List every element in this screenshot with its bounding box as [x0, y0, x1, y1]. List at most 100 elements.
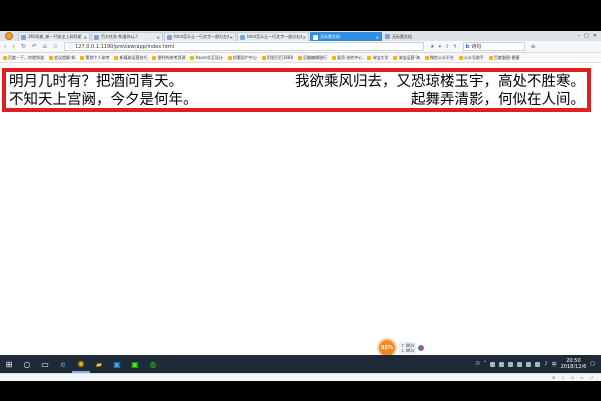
maximize-icon[interactable]: □ [584, 33, 589, 39]
status-icon[interactable]: ⊞ [552, 375, 555, 380]
tab-close-icon[interactable]: ✕ [303, 35, 306, 40]
poem-line-2-right: 起舞弄清影，何似在人间。 [411, 92, 585, 108]
bookmark-icon [227, 55, 232, 60]
tab-4[interactable]: html怎么让一行文字一部分右对齐✕ [237, 32, 309, 41]
bookmark-item[interactable]: 公众号助手 [458, 55, 484, 61]
dreamweaver-icon[interactable]: ▣ [126, 355, 144, 373]
favicon-icon [313, 34, 318, 40]
bookmark-icon [393, 55, 398, 60]
tab-close-icon[interactable]: ✕ [230, 35, 233, 40]
system-tray: ⚇ ˄ ♪ 中 20:50 2018/12/6 ▢ [475, 358, 601, 370]
favicon-icon [385, 34, 390, 39]
folder-icon [80, 55, 85, 60]
bookmark-icon [49, 55, 53, 60]
bookmark-item[interactable]: 会议提纲-知 [49, 55, 75, 61]
bookmark-item[interactable]: 阿里巴巴1688 [261, 55, 293, 61]
lightning-icon[interactable]: ϟ [453, 44, 456, 50]
poem-line-1: 明月几时有？把酒问青天。 我欲乘风归去，又恐琼楼玉宇，高处不胜寒。 [9, 73, 585, 91]
tab-bar: 360导航_新一代安全上网导航 ✕ 百方任务-知道你认人 ✕ html怎么让一行文字… [0, 31, 601, 41]
cortana-search-icon[interactable]: ○ [18, 355, 36, 373]
bookmarks-bar: 百度一下，你就知道 会议提纲-知 策划个人参考 新媒体运营技巧 便利的参考资源 … [0, 53, 601, 63]
share-icon[interactable]: ⇪ [445, 44, 449, 50]
volume-icon[interactable]: ♪ [544, 361, 547, 367]
tab-close-icon[interactable]: ✕ [376, 35, 379, 40]
tab-2[interactable]: 百方任务-知道你认人 ✕ [91, 32, 163, 41]
search-engine-icon: b [465, 43, 470, 50]
url-input[interactable]: ⓘ 127.0.0.1:1190/preview/app/index.html [64, 42, 425, 51]
chevron-down-icon[interactable]: ▾ [439, 44, 442, 50]
speed-indicator-icon[interactable] [418, 345, 425, 351]
bookmark-icon [298, 55, 303, 60]
bookmark-item[interactable]: 爱奇-创作中心 [332, 55, 362, 61]
undo-icon[interactable]: ↶ [32, 43, 37, 50]
tray-app-icon[interactable] [508, 361, 514, 367]
bookmark-star-icon[interactable]: ★ [430, 44, 434, 50]
tab-1[interactable]: 360导航_新一代安全上网导航 ✕ [18, 32, 90, 41]
poem-box: 明月几时有？把酒问青天。 我欲乘风归去，又恐琼楼玉宇，高处不胜寒。 不知天上宫阙… [2, 68, 591, 112]
chrome-browser-icon[interactable]: ◉ [72, 355, 90, 373]
file-explorer-icon[interactable]: ▰ [90, 355, 108, 373]
status-icon[interactable]: ⊙ [571, 375, 574, 380]
tab-close-icon[interactable]: ✕ [84, 35, 87, 40]
bookmark-item[interactable]: 百度一下，你就知道 [3, 55, 44, 61]
bookmark-item[interactable]: 优惠用户中心 [227, 55, 257, 61]
ime-icon[interactable]: 中 [552, 361, 557, 368]
status-icon[interactable]: ⇩ [561, 375, 564, 380]
favicon-icon [21, 34, 26, 40]
bookmark-item[interactable]: 便利的参考资源 [152, 55, 185, 61]
tab-3[interactable]: html怎么让一行文字一部分左对齐✕ [164, 32, 236, 41]
photoshop-icon[interactable]: ▣ [108, 355, 126, 373]
tab-6[interactable]: 无标题文档 [383, 32, 423, 41]
bookmark-icon [3, 55, 7, 60]
reload-icon[interactable]: ↻ [21, 43, 26, 50]
bookmark-icon [190, 55, 195, 60]
edge-browser-icon[interactable]: e [54, 355, 72, 373]
back-icon[interactable]: ‹ [4, 43, 6, 50]
bookmark-item[interactable]: 豆瓣编辑银行 [298, 55, 327, 61]
bookmark-icon [261, 55, 266, 60]
status-icon[interactable]: ⤢ [590, 375, 593, 380]
bookmark-item[interactable]: 淘宝大学 [367, 55, 388, 61]
bookmark-item[interactable]: 新媒体运营技巧 [114, 55, 147, 61]
poem-line-2-left: 不知天上宫阙，今夕是何年。 [9, 92, 198, 108]
tray-app-icon[interactable] [526, 361, 532, 367]
page-content: 明月几时有？把酒问青天。 我欲乘风归去，又恐琼楼玉宇，高处不胜寒。 不知天上宫阙… [0, 64, 601, 364]
favicon-icon [167, 34, 172, 40]
search-input[interactable]: b 诗句 [462, 42, 525, 51]
bookmark-item[interactable]: 百度脑图-便捷 [488, 55, 519, 61]
browser-logo-icon [5, 32, 13, 40]
task-view-icon[interactable]: ▭ [36, 355, 54, 373]
bookmark-item[interactable]: 淘宝运营-海 [393, 55, 420, 61]
tab-5-active[interactable]: 无标题文档 ✕ [310, 32, 382, 41]
taskbar-clock[interactable]: 20:50 2018/12/6 [561, 358, 587, 370]
tray-app-icon[interactable] [499, 361, 505, 367]
wechat-icon[interactable]: ◍ [144, 355, 162, 373]
bookmark-item[interactable]: 策划个人参考 [80, 55, 109, 61]
tray-app-icon[interactable] [517, 361, 523, 367]
menu-icon[interactable]: ≡ [531, 43, 536, 50]
tray-chevron-up-icon[interactable]: ˄ [484, 361, 487, 367]
bookmark-item[interactable]: 微信公众平台 [424, 55, 454, 61]
forward-icon[interactable]: › [12, 43, 14, 50]
windows-start-icon[interactable]: ⊞ [0, 355, 18, 373]
tray-app-icon[interactable] [535, 361, 541, 367]
bookmark-icon [458, 55, 463, 60]
folder-icon [114, 55, 119, 60]
bookmark-item[interactable]: Azure交互设计 [190, 55, 223, 61]
tray-app-icon[interactable] [490, 361, 496, 367]
status-icon[interactable]: ▭ [580, 375, 584, 380]
page-info-icon[interactable]: ⓘ [68, 43, 73, 50]
poem-line-1-right: 我欲乘风归去，又恐琼楼玉宇，高处不胜寒。 [295, 74, 585, 90]
favicon-icon [94, 34, 99, 40]
home-icon[interactable]: ⌂ [43, 43, 47, 50]
tray-person-icon[interactable]: ⚇ [475, 361, 479, 367]
poem-line-1-left: 明月几时有？把酒问青天。 [9, 74, 183, 90]
address-bar: ‹ › ↻ ↶ ⌂ ☆ ⓘ 127.0.0.1:1190/preview/app… [0, 41, 601, 53]
close-window-icon[interactable]: ✕ [593, 33, 597, 39]
minimize-icon[interactable]: – [578, 33, 581, 39]
notification-icon[interactable]: ▢ [590, 361, 595, 367]
tab-close-icon[interactable]: ✕ [157, 35, 160, 40]
star-icon[interactable]: ☆ [53, 43, 58, 50]
favicon-icon [240, 34, 245, 40]
browser-logo[interactable] [0, 31, 18, 41]
